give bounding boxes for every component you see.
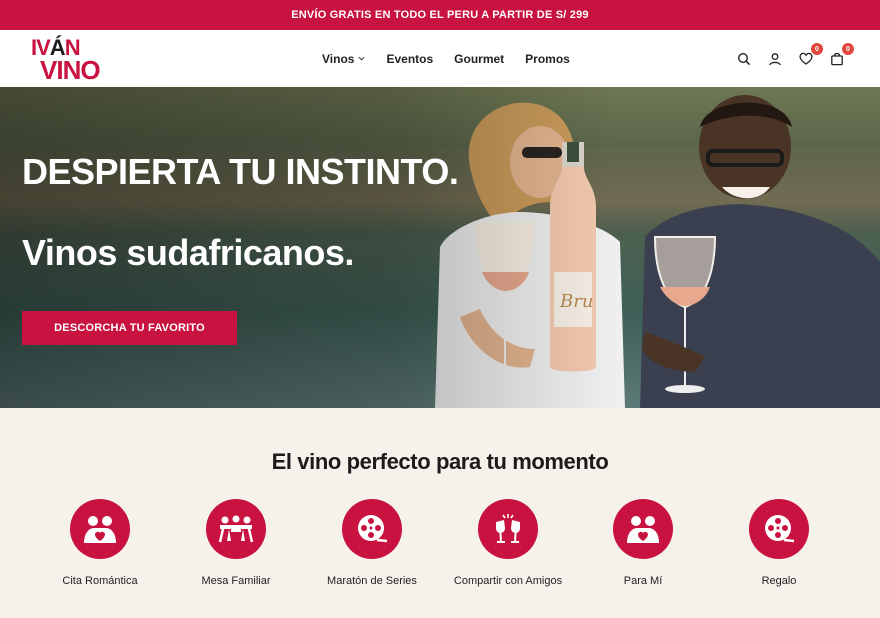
- hero-cta-button[interactable]: DESCORCHA TU FAVORITO: [22, 311, 237, 345]
- hero-subheadline: Vinos sudafricanos.: [22, 232, 354, 273]
- wishlist-button[interactable]: 0: [796, 43, 823, 68]
- nav-item-promos[interactable]: Promos: [525, 52, 570, 66]
- search-icon: [737, 52, 750, 65]
- family-table-icon: [218, 515, 254, 543]
- chevron-down-icon: [358, 56, 365, 61]
- search-button[interactable]: [734, 49, 753, 68]
- announcement-text: ENVÍO GRATIS EN TODO EL PERU A PARTIR DE…: [291, 9, 589, 21]
- couple-heart-icon: [84, 516, 116, 543]
- hero-headline: DESPIERTA TU INSTINTO.: [22, 151, 459, 192]
- cart-icon: [830, 52, 843, 65]
- moment-maraton-de-series[interactable]: Maratón de Series: [297, 499, 447, 587]
- moment-regalo[interactable]: Regalo: [704, 499, 854, 587]
- film-reel-icon: [358, 515, 388, 543]
- account-button[interactable]: [765, 49, 784, 68]
- moment-mesa-familiar[interactable]: Mesa Familiar: [161, 499, 311, 587]
- heart-icon: [798, 52, 813, 65]
- moment-label: Maratón de Series: [327, 575, 417, 587]
- moment-label: Regalo: [761, 575, 797, 587]
- toast-glasses-icon: [496, 514, 520, 543]
- moment-label: Compartir con Amigos: [453, 575, 563, 587]
- moments-section: El vino perfecto para tu momento Cita Ro…: [0, 408, 880, 618]
- header-actions: 0 0: [734, 30, 854, 87]
- main-nav: Vinos Eventos Gourmet Promos: [322, 30, 570, 87]
- logo[interactable]: IVÁN VINO: [31, 37, 103, 84]
- moment-compartir-con-amigos[interactable]: Compartir con Amigos: [433, 499, 583, 587]
- moment-label: Para Mí: [623, 575, 663, 587]
- moment-label: Cita Romántica: [62, 575, 138, 587]
- site-header: IVÁN VINO Vinos Eventos Gourmet Promos 0…: [0, 30, 880, 87]
- moment-cita-romantica[interactable]: Cita Romántica: [25, 499, 175, 587]
- user-icon: [768, 52, 781, 65]
- moment-label: Mesa Familiar: [201, 575, 271, 587]
- hero-banner: Bru DESPIERTA TU INSTINTO. Vinos sudafri…: [0, 87, 880, 408]
- moment-para-mi[interactable]: Para Mí: [568, 499, 718, 587]
- wishlist-count-badge: 0: [811, 43, 823, 55]
- moments-title: El vino perfecto para tu momento: [271, 449, 609, 474]
- nav-item-eventos[interactable]: Eventos: [386, 52, 433, 66]
- nav-item-gourmet[interactable]: Gourmet: [454, 52, 504, 66]
- film-reel-icon: [765, 515, 795, 543]
- cart-count-badge: 0: [842, 43, 854, 55]
- cart-button[interactable]: 0: [827, 43, 854, 68]
- nav-item-vinos[interactable]: Vinos: [322, 52, 365, 66]
- announcement-bar: ENVÍO GRATIS EN TODO EL PERU A PARTIR DE…: [0, 0, 880, 30]
- couple-heart-icon: [627, 516, 659, 543]
